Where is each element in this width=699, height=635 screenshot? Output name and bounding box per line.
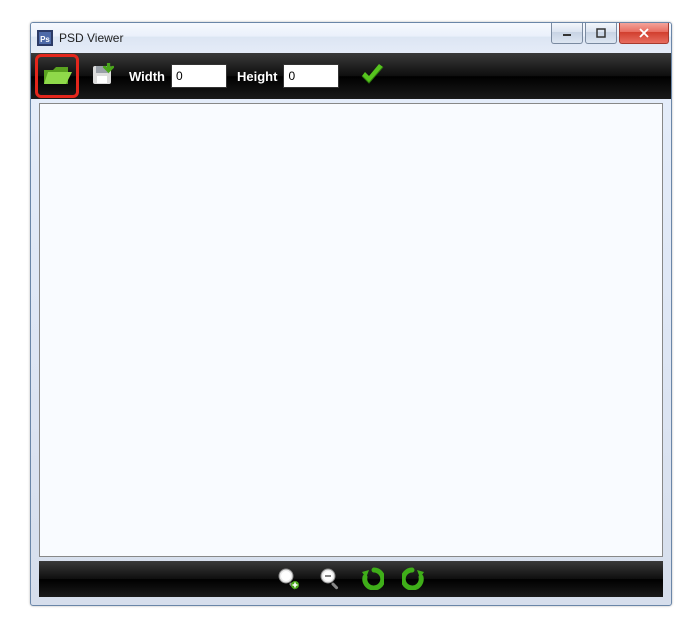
folder-open-icon — [42, 62, 72, 91]
window-title: PSD Viewer — [59, 31, 123, 45]
zoom-out-icon — [318, 566, 342, 593]
svg-text:Ps: Ps — [40, 35, 50, 44]
zoom-in-icon — [276, 566, 300, 593]
zoom-in-button[interactable] — [274, 565, 302, 593]
rotate-right-button[interactable] — [400, 565, 428, 593]
checkmark-icon — [359, 62, 385, 91]
save-icon — [90, 63, 114, 90]
image-canvas — [39, 103, 663, 557]
height-input[interactable] — [283, 64, 339, 88]
width-label: Width — [129, 69, 165, 84]
save-file-button[interactable] — [85, 59, 119, 93]
width-input[interactable] — [171, 64, 227, 88]
rotate-left-icon — [360, 566, 384, 593]
height-label: Height — [237, 69, 277, 84]
zoom-out-button[interactable] — [316, 565, 344, 593]
close-button[interactable] — [619, 23, 669, 44]
app-icon: Ps — [37, 30, 53, 46]
apply-size-button[interactable] — [355, 59, 389, 93]
open-file-button[interactable] — [40, 59, 74, 93]
maximize-button[interactable] — [585, 23, 617, 44]
bottom-toolbar — [39, 561, 663, 597]
minimize-button[interactable] — [551, 23, 583, 44]
application-window: Ps PSD Viewer — [30, 22, 672, 606]
top-toolbar: Width Height — [31, 53, 671, 99]
rotate-right-icon — [402, 566, 426, 593]
annotation-highlight — [35, 54, 79, 98]
rotate-left-button[interactable] — [358, 565, 386, 593]
titlebar: Ps PSD Viewer — [31, 23, 671, 53]
window-controls — [549, 23, 669, 44]
